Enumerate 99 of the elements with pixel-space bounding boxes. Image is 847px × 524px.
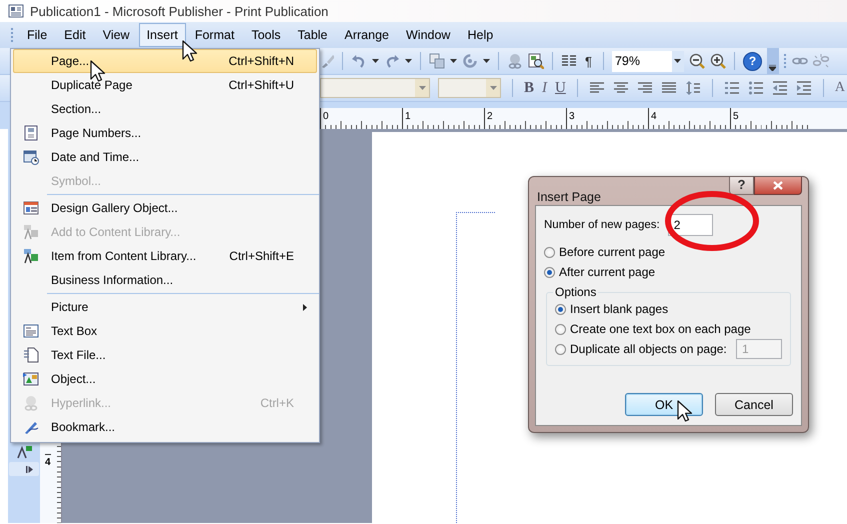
ruler-number: 5 xyxy=(732,111,739,122)
menu-item[interactable]: Date and Time... xyxy=(13,145,317,169)
arrange-icon[interactable] xyxy=(429,53,445,69)
zoom-out-icon[interactable] xyxy=(688,53,705,69)
dropdown-arrow-icon[interactable] xyxy=(483,59,490,63)
calendar-clock-icon xyxy=(23,149,39,165)
dialog-button[interactable]: Cancel xyxy=(715,393,793,416)
dialog-title: Insert Page xyxy=(537,190,601,204)
increase-indent-icon[interactable] xyxy=(796,80,812,96)
globe-chain-icon xyxy=(23,395,39,411)
radio-label: Insert blank pages xyxy=(570,302,668,316)
menu-item[interactable]: Help xyxy=(459,23,502,47)
object-icon xyxy=(23,371,39,387)
menu-item[interactable]: Table xyxy=(290,23,336,47)
menu-item[interactable]: Business Information... xyxy=(13,268,317,292)
menu-item[interactable]: Insert xyxy=(138,23,186,47)
toolbar-options-button[interactable] xyxy=(766,48,779,74)
help-button[interactable]: ? xyxy=(742,52,762,70)
expand-button[interactable] xyxy=(9,462,39,476)
menu-item[interactable]: Text Box xyxy=(13,319,317,343)
menu-item[interactable]: Arrange xyxy=(336,23,397,47)
numbering-icon[interactable] xyxy=(724,80,740,96)
menu-item[interactable]: Picture xyxy=(13,295,317,319)
menu-item[interactable]: Page... Ctrl+Shift+N xyxy=(13,49,317,73)
undo-icon[interactable] xyxy=(351,53,367,69)
ruler-number: 2 xyxy=(486,111,493,122)
library-icon xyxy=(23,224,39,240)
redo-icon[interactable] xyxy=(384,53,400,69)
bullets-icon[interactable] xyxy=(748,80,764,96)
ruler-number: 4 xyxy=(650,111,657,122)
radio-button[interactable] xyxy=(555,324,566,334)
page-icon xyxy=(23,125,39,141)
line-spacing-icon[interactable] xyxy=(684,80,701,96)
menu-item[interactable]: Item from Content Library... Ctrl+Shift+E xyxy=(13,244,317,268)
radio-button[interactable] xyxy=(544,266,555,278)
zoom-combo[interactable]: 79% xyxy=(612,50,684,72)
underline-button[interactable]: U xyxy=(555,80,566,96)
shortcut-text: Ctrl+Shift+U xyxy=(228,78,294,92)
close-button[interactable] xyxy=(754,177,802,195)
menu-item[interactable]: Design Gallery Object... xyxy=(13,196,317,220)
menu-item[interactable]: File xyxy=(19,23,56,47)
decrease-indent-icon[interactable] xyxy=(772,80,788,96)
field-label: Number of new pages: xyxy=(544,219,660,231)
shortcut-text: Ctrl+Shift+E xyxy=(229,249,294,263)
dropdown-arrow-icon[interactable] xyxy=(450,59,457,63)
dropdown-arrow-icon xyxy=(769,64,776,70)
dialog-button[interactable]: OK xyxy=(625,393,703,416)
menu-item[interactable]: Window xyxy=(398,23,458,47)
text-box-icon xyxy=(23,323,39,339)
dropdown-arrow-icon[interactable] xyxy=(372,59,379,63)
radio-button[interactable] xyxy=(555,344,566,354)
grow-font-button[interactable]: A xyxy=(834,80,845,96)
group-title: Options xyxy=(553,285,598,299)
ruler-number: 1 xyxy=(404,111,411,122)
arrow-icon xyxy=(26,466,33,472)
shortcut-text: Ctrl+K xyxy=(260,396,294,410)
radio-label: Create one text box on each page xyxy=(570,322,751,336)
close-icon xyxy=(773,181,783,190)
shortcut-text: Ctrl+Shift+N xyxy=(228,54,294,68)
menu-item[interactable]: Section... xyxy=(13,97,317,121)
ruler-number: 3 xyxy=(568,111,575,122)
italic-button[interactable]: I xyxy=(542,80,548,96)
gallery-icon xyxy=(23,200,39,216)
toolbar-grip-icon xyxy=(11,27,14,43)
menu-item[interactable]: Duplicate Page Ctrl+Shift+U xyxy=(13,73,317,97)
menu-item[interactable]: Bookmark... xyxy=(13,415,317,439)
pen-icon xyxy=(23,419,39,435)
menu-item[interactable]: Edit xyxy=(56,23,94,47)
ruler-number: 0 xyxy=(322,111,329,122)
globe-chain-icon[interactable] xyxy=(507,53,523,69)
zoom-in-icon[interactable] xyxy=(710,53,726,69)
dropdown-arrow-icon[interactable] xyxy=(405,59,412,63)
ruler-number: 4 xyxy=(45,454,51,468)
menu-item[interactable]: Tools xyxy=(243,23,289,47)
menu-item[interactable]: Page Numbers... xyxy=(13,121,317,145)
menu-item[interactable]: Text File... xyxy=(13,343,317,367)
library-icon xyxy=(23,248,39,264)
menu-item[interactable]: View xyxy=(94,23,138,47)
menu-item[interactable]: Object... xyxy=(13,367,317,391)
radio-button[interactable] xyxy=(544,246,555,258)
radio-label: Duplicate all objects on page: xyxy=(570,342,727,356)
radio-button[interactable] xyxy=(555,304,566,314)
bold-button[interactable]: B xyxy=(524,80,534,96)
menu-item[interactable]: Format xyxy=(186,23,242,47)
app-icon xyxy=(8,3,24,19)
submenu-arrow-icon xyxy=(303,304,307,310)
dropdown-arrow-icon xyxy=(490,86,496,90)
toolbar-grip-icon xyxy=(784,53,787,69)
text-file-icon xyxy=(23,347,39,363)
dropdown-arrow-icon xyxy=(418,86,426,90)
dropdown-arrow-icon[interactable] xyxy=(674,59,682,63)
window-title: Publication1 - Microsoft Publisher - Print Publication xyxy=(30,4,328,18)
page-magnifier-icon[interactable] xyxy=(528,53,544,69)
radio-label: Before current page xyxy=(559,245,666,259)
mouse-pointer-icon xyxy=(677,400,693,423)
radio-label: After current page xyxy=(559,265,656,279)
show-marks-button[interactable]: ¶ xyxy=(582,54,595,68)
word-art-icon[interactable] xyxy=(16,443,32,459)
help-button[interactable]: ? xyxy=(729,177,754,195)
